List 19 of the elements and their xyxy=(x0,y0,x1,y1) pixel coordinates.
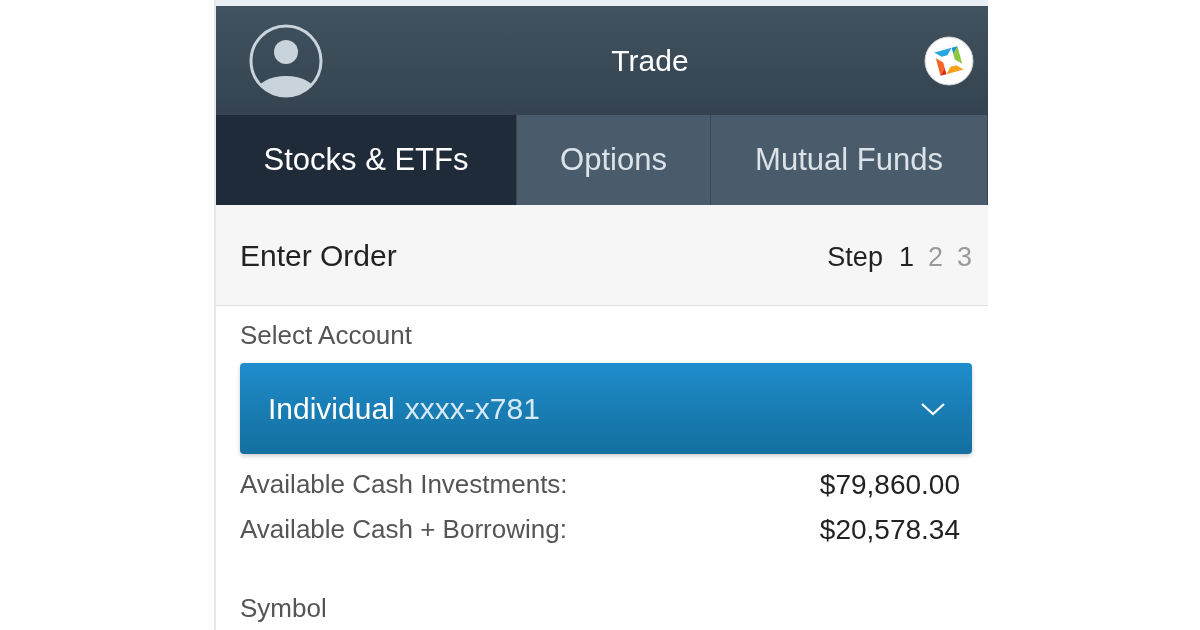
order-title: Enter Order xyxy=(240,237,397,274)
balance-label: Available Cash Investments: xyxy=(240,468,568,501)
user-avatar-icon[interactable] xyxy=(248,22,324,99)
tab[interactable]: Stocks & ETFs xyxy=(216,115,517,205)
step-number: 1 xyxy=(898,240,914,274)
balance-value: $79,860.00 xyxy=(819,467,960,502)
step-number: 3 xyxy=(956,240,972,274)
step-label: Step xyxy=(827,240,883,274)
select-account-label: Select Account xyxy=(240,319,412,351)
balance-value: $20,578.34 xyxy=(819,512,960,547)
app-logo-icon xyxy=(924,35,974,86)
symbol-label: Symbol xyxy=(240,592,327,624)
chevron-down-icon xyxy=(920,401,946,416)
account-name: Individual xyxy=(268,391,395,427)
balance-label: Available Cash + Borrowing: xyxy=(240,513,567,546)
account-number: xxxx-x781 xyxy=(404,391,540,427)
header-title: Trade xyxy=(611,43,689,79)
account-dropdown[interactable]: Individual xxxx-x781 xyxy=(240,363,972,454)
step-number: 2 xyxy=(927,240,943,274)
